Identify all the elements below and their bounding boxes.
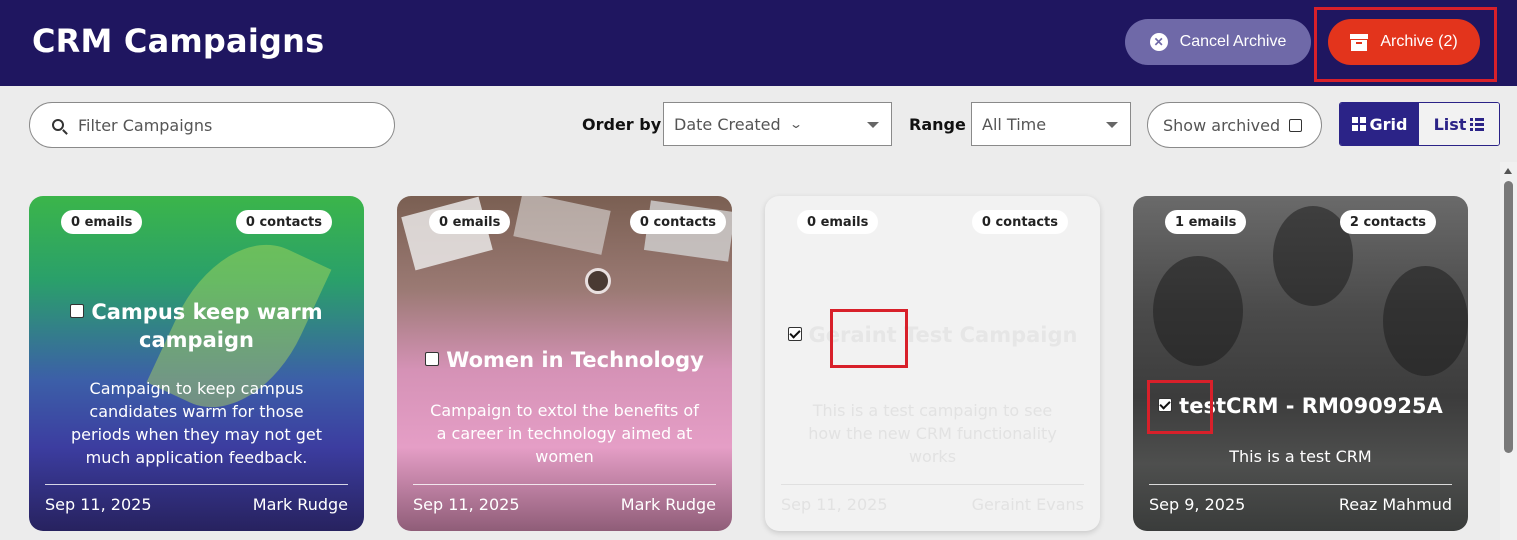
filter-campaigns-input[interactable] [78,115,358,135]
grid-icon [1351,117,1366,131]
campaign-author: Mark Rudge [252,495,348,514]
campaign-title: Women in Technology [397,346,732,374]
campaign-author: Reaz Mahmud [1338,495,1452,514]
filter-campaigns-field[interactable] [29,102,395,148]
emails-count-badge: 0 emails [797,210,879,234]
campaign-description: This is a test CRM [1229,447,1372,466]
list-view-button[interactable]: List [1419,103,1499,145]
card-divider [781,484,1084,485]
campaign-description: Campaign to extol the benefits of a care… [430,401,699,466]
contacts-count-badge: 0 contacts [971,210,1068,234]
dropdown-caret-icon [1106,122,1118,128]
campaign-date: Sep 11, 2025 [413,495,520,514]
card-background-art [513,196,611,255]
app-header: CRM Campaigns ✕ Cancel Archive Archive (… [0,0,1517,86]
card-divider [1149,484,1452,485]
campaign-title: Campus keep warm campaign [29,298,364,354]
card-divider [413,484,716,485]
page-title: CRM Campaigns [32,22,325,60]
contacts-count-badge: 0 contacts [235,210,332,234]
campaign-card[interactable]: 1 emails 2 contacts testCRM - RM090925A … [1133,196,1468,531]
chevron-down-icon: ⌄ [788,117,803,131]
page-scrollbar[interactable] [1500,162,1517,540]
card-background-art [1383,266,1468,376]
campaign-date: Sep 11, 2025 [781,495,888,514]
list-view-label: List [1433,114,1467,134]
campaign-date: Sep 11, 2025 [45,495,152,514]
show-archived-toggle[interactable]: Show archived [1147,102,1322,148]
range-label: Range [909,115,966,134]
campaign-title: Geraint Test Campaign [765,321,1100,349]
close-circle-icon: ✕ [1149,33,1168,51]
grid-view-label: Grid [1369,114,1408,134]
search-icon [52,119,64,131]
emails-count-badge: 0 emails [61,210,143,234]
contacts-count-badge: 0 contacts [629,210,726,234]
campaign-author: Geraint Evans [971,495,1084,514]
campaign-date: Sep 9, 2025 [1149,495,1246,514]
dropdown-caret-icon [867,122,879,128]
emails-count-badge: 1 emails [1165,210,1247,234]
archive-highlight [1314,7,1497,82]
campaign-title-text: Campus keep warm campaign [91,300,323,352]
cancel-archive-button[interactable]: ✕ Cancel Archive [1125,19,1311,65]
campaign-title-text: testCRM - RM090925A [1179,394,1443,418]
card-background-art [1153,256,1243,366]
grid-view-button[interactable]: Grid [1340,103,1419,145]
scroll-up-arrow-icon[interactable] [1504,168,1512,174]
scrollbar-thumb[interactable] [1504,181,1513,453]
campaign-select-checkbox[interactable] [70,304,85,318]
view-mode-toggle: Grid List [1339,102,1500,146]
campaign-description: This is a test campaign to see how the n… [808,401,1057,466]
contacts-count-badge: 2 contacts [1339,210,1436,234]
card-divider [45,484,348,485]
selection-highlight [830,309,908,368]
campaign-card[interactable]: 0 emails 0 contacts Women in Technology … [397,196,732,531]
selection-highlight [1147,380,1213,434]
order-by-label: Order by [582,115,662,134]
order-by-value: Date Created [674,114,781,134]
range-select[interactable]: All Time [971,102,1131,146]
card-background-art [585,268,611,294]
campaign-select-checkbox[interactable] [425,352,440,366]
campaign-select-checkbox[interactable] [787,327,802,341]
order-by-select[interactable]: Date Created ⌄ [663,102,892,146]
campaign-card[interactable]: 0 emails 0 contacts Geraint Test Campaig… [765,196,1100,531]
range-value: All Time [982,114,1047,134]
show-archived-checkbox[interactable] [1289,118,1303,132]
campaign-title-text: Women in Technology [446,348,704,372]
campaign-description: Campaign to keep campus candidates warm … [70,379,322,467]
campaign-card[interactable]: 0 emails 0 contacts Campus keep warm cam… [29,196,364,531]
cancel-archive-label: Cancel Archive [1179,33,1287,50]
campaign-author: Mark Rudge [620,495,716,514]
list-icon [1470,117,1485,131]
show-archived-label: Show archived [1163,115,1281,135]
emails-count-badge: 0 emails [429,210,511,234]
